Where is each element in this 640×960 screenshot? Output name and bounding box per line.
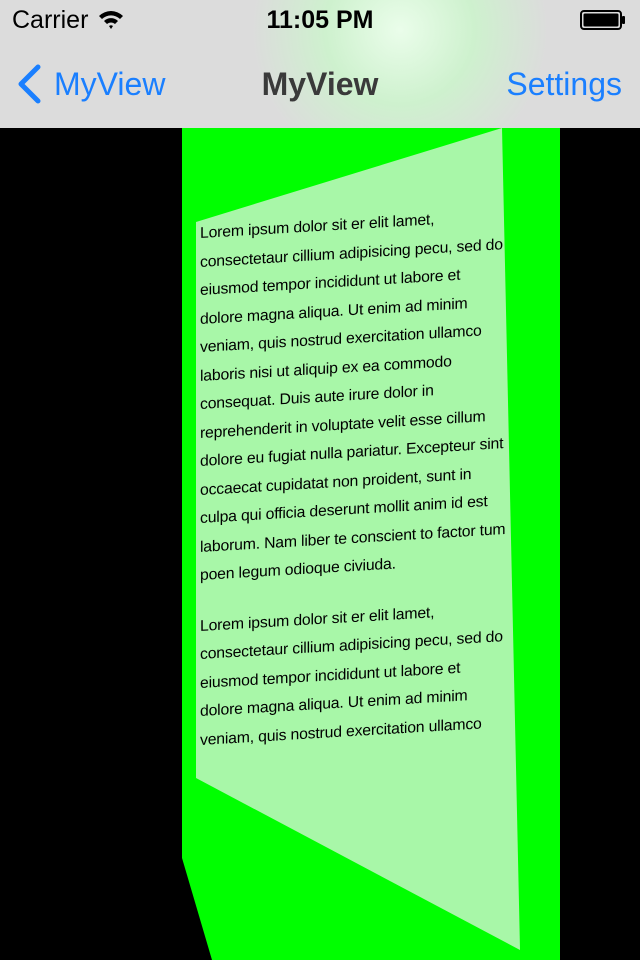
battery-full-icon: [580, 10, 625, 30]
screen: Lorem ipsum dolor sit er elit lamet, con…: [0, 0, 640, 960]
status-time: 11:05 PM: [266, 6, 374, 34]
header: Carrier 11:05 PM MyView MyView Settings: [0, 0, 640, 128]
navigation-bar: MyView MyView Settings: [0, 40, 640, 128]
status-bar: Carrier 11:05 PM: [0, 0, 640, 40]
settings-button[interactable]: Settings: [506, 66, 622, 103]
scroll-text-view[interactable]: Lorem ipsum dolor sit er elit lamet, con…: [200, 202, 506, 755]
paragraph-1: Lorem ipsum dolor sit er elit lamet, con…: [200, 211, 506, 584]
paragraph-2: Lorem ipsum dolor sit er elit lamet, con…: [200, 603, 503, 749]
